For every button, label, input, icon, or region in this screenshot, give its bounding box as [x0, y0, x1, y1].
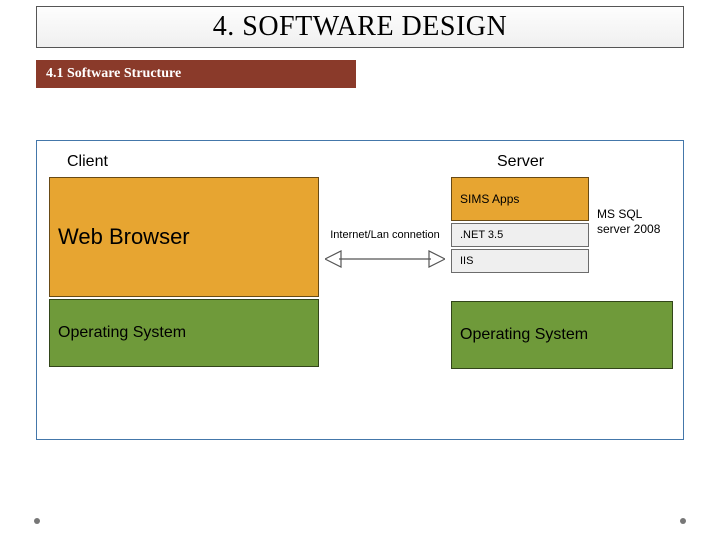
connection-label: Internet/Lan connetion — [330, 229, 439, 241]
double-arrow-icon — [325, 245, 445, 273]
connection-arrow: Internet/Lan connetion — [321, 211, 449, 291]
server-os-box: Operating System — [451, 301, 673, 369]
section-heading: 4.1 Software Structure — [36, 60, 356, 88]
architecture-diagram: Client Server Web Browser Operating Syst… — [36, 140, 684, 440]
footer-dot-right — [680, 518, 686, 524]
server-apps-box: SIMS Apps — [451, 177, 589, 221]
footer-dot-left — [34, 518, 40, 524]
client-browser-box: Web Browser — [49, 177, 319, 297]
server-stack: SIMS Apps .NET 3.5 IIS — [451, 177, 589, 275]
server-iis-box: IIS — [451, 249, 589, 273]
client-column-label: Client — [67, 153, 108, 171]
server-db-label: MS SQL server 2008 — [597, 177, 675, 237]
client-os-box: Operating System — [49, 299, 319, 367]
server-column-label: Server — [497, 153, 544, 171]
client-stack: Web Browser Operating System — [49, 177, 319, 369]
slide: 4. SOFTWARE DESIGN 4.1 Software Structur… — [0, 0, 720, 540]
server-dotnet-box: .NET 3.5 — [451, 223, 589, 247]
slide-title: 4. SOFTWARE DESIGN — [36, 6, 684, 48]
